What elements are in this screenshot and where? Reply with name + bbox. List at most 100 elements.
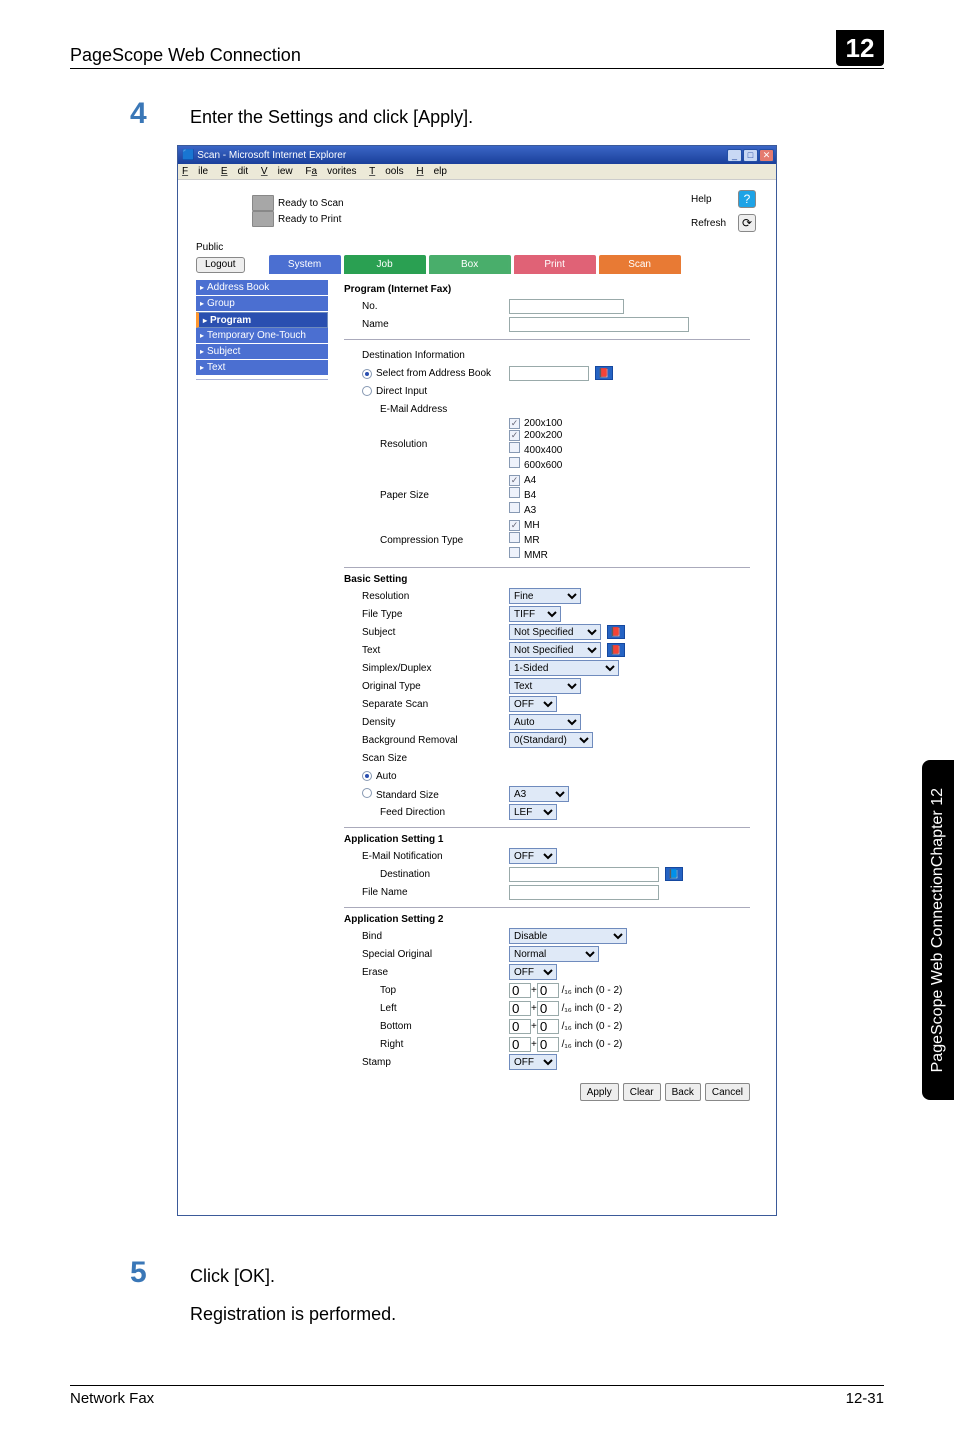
app1-heading: Application Setting 1: [344, 834, 750, 845]
chapter-side-tab: PageScope Web ConnectionChapter 12: [922, 760, 954, 1100]
chk-mr[interactable]: [509, 532, 520, 543]
printer-icon: [252, 211, 274, 227]
menu-edit[interactable]: Edit: [221, 166, 248, 177]
select-ab-input[interactable]: [509, 366, 589, 381]
sidebar-item-group[interactable]: Group: [196, 296, 328, 312]
chk-200x200[interactable]: [509, 430, 520, 441]
refresh-link[interactable]: Refresh: [691, 218, 726, 229]
file-name-input[interactable]: [509, 885, 659, 900]
tab-print[interactable]: Print: [514, 255, 596, 274]
simplex-select[interactable]: 1-Sided: [509, 660, 619, 676]
bind-select[interactable]: Disable: [509, 928, 627, 944]
bg-removal-select[interactable]: 0(Standard): [509, 732, 593, 748]
sep-scan-select[interactable]: OFF: [509, 696, 557, 712]
side-tab-suffix: Chapter 12: [929, 788, 946, 867]
chk-600x600[interactable]: [509, 457, 520, 468]
step-text-5: Click [OK].: [190, 1266, 275, 1287]
radio-scan-std[interactable]: [362, 788, 372, 798]
chapter-badge: 12: [836, 30, 884, 66]
subject-select[interactable]: Not Specified: [509, 624, 601, 640]
opt-mr: MR: [524, 535, 540, 546]
radio-scan-auto[interactable]: [362, 771, 372, 781]
back-button[interactable]: Back: [665, 1083, 701, 1101]
chk-b4[interactable]: [509, 487, 520, 498]
basic-heading: Basic Setting: [344, 574, 750, 585]
label-scan-size: Scan Size: [344, 753, 509, 764]
left-frac-input[interactable]: [537, 1001, 559, 1016]
logout-button[interactable]: Logout: [196, 257, 245, 273]
menu-help[interactable]: Help: [416, 166, 447, 177]
chk-400x400[interactable]: [509, 442, 520, 453]
no-input[interactable]: [509, 299, 624, 314]
close-button[interactable]: ✕: [759, 149, 774, 162]
bottom-frac-input[interactable]: [537, 1019, 559, 1034]
address-book-icon[interactable]: 📕: [595, 366, 613, 380]
file-type-select[interactable]: TIFF: [509, 606, 561, 622]
text-book-icon[interactable]: 📕: [607, 643, 625, 657]
apply-button[interactable]: Apply: [580, 1083, 619, 1101]
label-paper-size: Paper Size: [344, 490, 509, 501]
label-stamp: Stamp: [344, 1057, 509, 1068]
sidebar-item-text[interactable]: Text: [196, 360, 328, 376]
right-frac-input[interactable]: [537, 1037, 559, 1052]
sidebar-item-program[interactable]: Program: [196, 312, 328, 328]
menu-view[interactable]: View: [261, 166, 293, 177]
radio-select-ab[interactable]: [362, 369, 372, 379]
basic-resolution-select[interactable]: Fine: [509, 588, 581, 604]
app2-heading: Application Setting 2: [344, 914, 750, 925]
label-left-unit: /₁₆ inch (0 - 2): [562, 1003, 623, 1014]
clear-button[interactable]: Clear: [623, 1083, 661, 1101]
window-title-text: Scan - Microsoft Internet Explorer: [197, 150, 346, 161]
bottom-whole-input[interactable]: [509, 1019, 531, 1034]
sidebar-item-address-book[interactable]: Address Book: [196, 280, 328, 296]
scanner-icon: [252, 195, 274, 211]
radio-direct-input[interactable]: [362, 386, 372, 396]
tab-box[interactable]: Box: [429, 255, 511, 274]
density-select[interactable]: Auto: [509, 714, 581, 730]
maximize-button[interactable]: □: [743, 149, 758, 162]
top-frac-input[interactable]: [537, 983, 559, 998]
chk-200x100[interactable]: [509, 418, 520, 429]
label-scan-std: Standard Size: [376, 790, 439, 801]
tab-scan[interactable]: Scan: [599, 255, 681, 274]
cancel-button[interactable]: Cancel: [705, 1083, 750, 1101]
left-whole-input[interactable]: [509, 1001, 531, 1016]
stamp-select[interactable]: OFF: [509, 1054, 557, 1070]
step-5-sub: Registration is performed.: [190, 1304, 884, 1325]
step-text-4: Enter the Settings and click [Apply].: [190, 107, 473, 128]
destination-input[interactable]: [509, 867, 659, 882]
label-simplex: Simplex/Duplex: [344, 663, 509, 674]
subject-book-icon[interactable]: 📕: [607, 625, 625, 639]
email-notif-select[interactable]: OFF: [509, 848, 557, 864]
minimize-button[interactable]: _: [727, 149, 742, 162]
menu-file[interactable]: File: [182, 166, 208, 177]
chk-a3[interactable]: [509, 502, 520, 513]
original-type-select[interactable]: Text: [509, 678, 581, 694]
feed-dir-select[interactable]: LEF: [509, 804, 557, 820]
refresh-icon[interactable]: ⟳: [738, 214, 756, 232]
sidebar-item-subject[interactable]: Subject: [196, 344, 328, 360]
text-select[interactable]: Not Specified: [509, 642, 601, 658]
help-link[interactable]: Help: [691, 194, 726, 205]
chk-mh[interactable]: [509, 520, 520, 531]
destination-book-icon[interactable]: 📘: [665, 867, 683, 881]
chk-mmr[interactable]: [509, 547, 520, 558]
tab-system[interactable]: System: [269, 255, 341, 274]
help-icon[interactable]: ?: [738, 190, 756, 208]
chk-a4[interactable]: [509, 475, 520, 486]
std-size-select[interactable]: A3: [509, 786, 569, 802]
erase-select[interactable]: OFF: [509, 964, 557, 980]
sidebar-item-temporary-one-touch[interactable]: Temporary One-Touch: [196, 328, 328, 344]
special-original-select[interactable]: Normal: [509, 946, 599, 962]
window-titlebar[interactable]: 🟦 Scan - Microsoft Internet Explorer _ □…: [178, 146, 776, 164]
opt-mmr: MMR: [524, 550, 548, 561]
label-direct-input: Direct Input: [376, 386, 427, 397]
menu-favorites[interactable]: Favorites: [305, 166, 356, 177]
top-whole-input[interactable]: [509, 983, 531, 998]
tab-job[interactable]: Job: [344, 255, 426, 274]
label-no: No.: [344, 301, 509, 312]
label-density: Density: [344, 717, 509, 728]
name-input[interactable]: [509, 317, 689, 332]
right-whole-input[interactable]: [509, 1037, 531, 1052]
menu-tools[interactable]: Tools: [369, 166, 403, 177]
